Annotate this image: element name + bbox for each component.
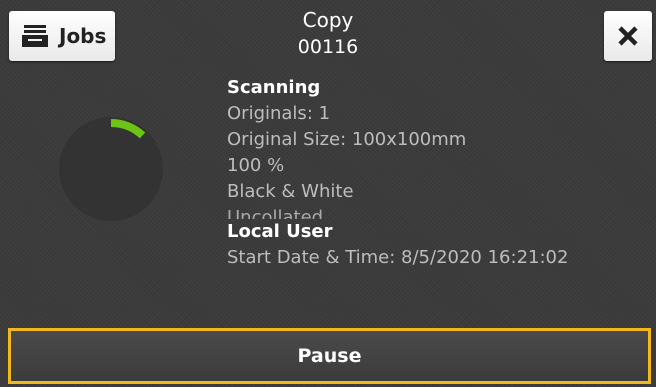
- job-title-block: Copy 00116: [228, 8, 428, 59]
- scale-value: 100 %: [227, 155, 285, 176]
- close-button[interactable]: [604, 11, 652, 61]
- copy-job-screen: Jobs Copy 00116 Scanning Originals: 1 Or…: [0, 0, 656, 387]
- progress-indicator: [59, 117, 163, 221]
- job-details: Scanning Originals: 1 Original Size: 100…: [227, 75, 568, 271]
- pause-button[interactable]: Pause: [8, 328, 651, 384]
- job-number: 00116: [297, 36, 359, 58]
- start-date-time: Start Date & Time: 8/5/2020 16:21:02: [227, 247, 569, 268]
- status-text: Scanning: [227, 77, 321, 98]
- jobs-button-label: Jobs: [59, 24, 107, 48]
- color-mode: Black & White: [227, 181, 354, 202]
- close-icon: [618, 26, 638, 46]
- collation-mode: Uncollated: [227, 207, 324, 219]
- originals-count: Originals: 1: [227, 103, 331, 124]
- original-size: Original Size: 100x100mm: [227, 129, 467, 150]
- job-type-title: Copy: [302, 8, 354, 32]
- user-name: Local User: [227, 221, 333, 242]
- progress-track: [59, 117, 163, 221]
- jobs-button[interactable]: Jobs: [9, 11, 115, 61]
- jobs-tray-icon: [22, 25, 48, 47]
